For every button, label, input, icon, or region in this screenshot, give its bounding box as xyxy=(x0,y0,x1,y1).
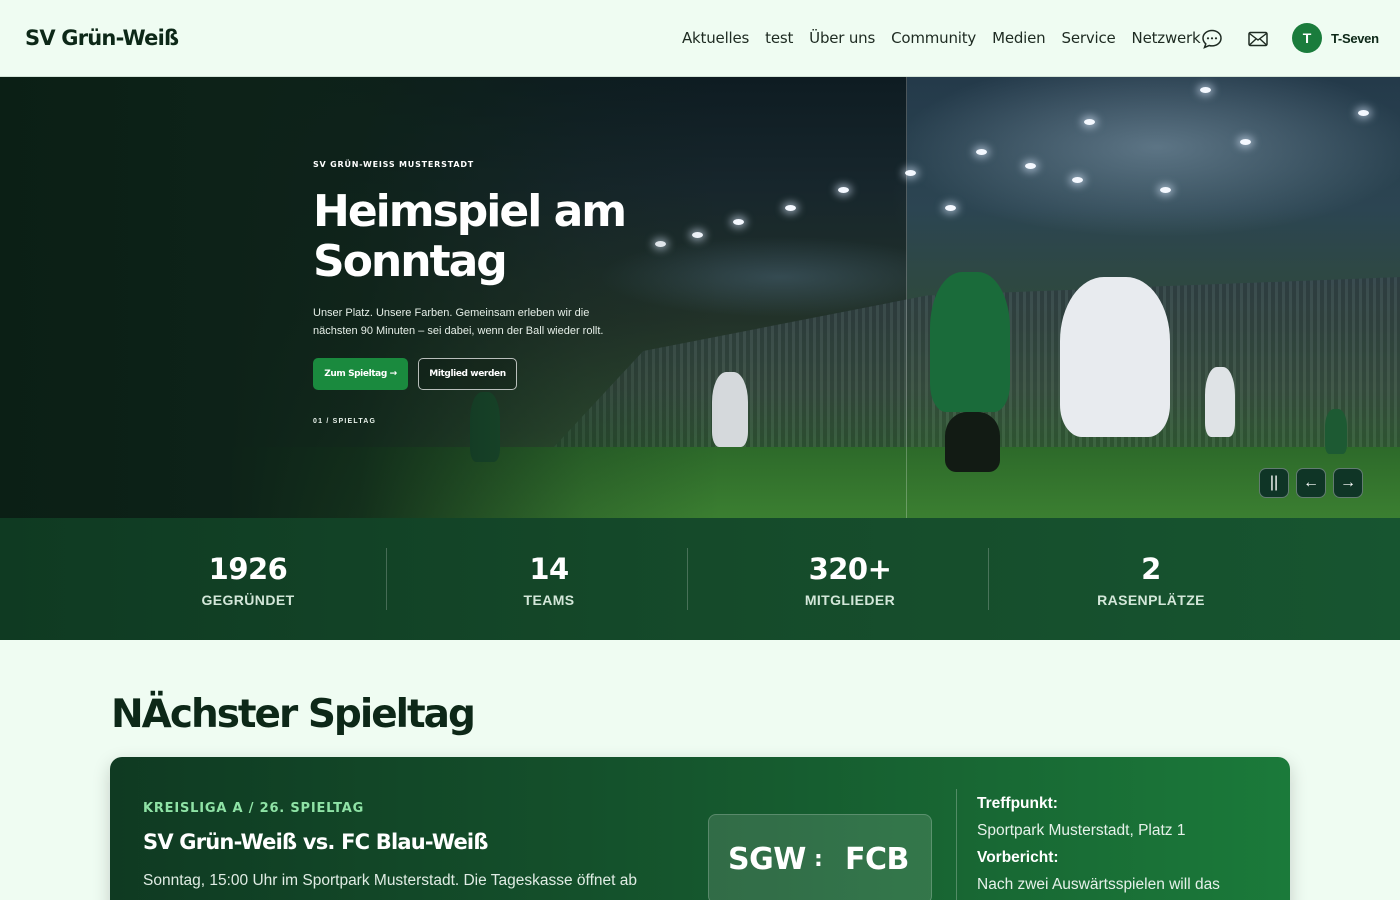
section-title-next-match: NÄchster Spieltag xyxy=(111,692,476,737)
stat-value: 1926 xyxy=(208,552,288,586)
preview-label: Vorbericht: xyxy=(977,849,1059,866)
stat-label: GEGRÜNDET xyxy=(201,592,295,608)
player-green-shorts-image xyxy=(945,412,1000,472)
floodlight xyxy=(1084,119,1095,125)
hero-kicker: SV GRÜN-WEISS MUSTERSTADT xyxy=(313,160,475,169)
match-title[interactable]: SV Grün-Weiß vs. FC Blau-Weiß xyxy=(143,830,488,854)
next-match-card[interactable]: KREISLIGA A / 26. SPIELTAG SV Grün-Weiß … xyxy=(110,757,1290,900)
nav-item-ueber-uns[interactable]: Über uns xyxy=(809,29,875,47)
stat-divider xyxy=(386,548,387,610)
username[interactable]: T-Seven xyxy=(1331,31,1379,46)
nav-item-netzwerk[interactable]: Netzwerk xyxy=(1132,29,1201,47)
nav-item-service[interactable]: Service xyxy=(1062,29,1116,47)
become-member-button[interactable]: Mitglied werden xyxy=(418,358,517,390)
stat-pitches: 2 RASENPLÄTZE xyxy=(1001,518,1301,640)
match-league: KREISLIGA A / 26. SPIELTAG xyxy=(143,801,365,816)
match-description: Sonntag, 15:00 Uhr im Sportpark Musterst… xyxy=(143,872,637,889)
main-nav: Aktuelles test Über uns Community Medien… xyxy=(682,29,1201,47)
floodlight xyxy=(1240,139,1251,145)
player-green-image xyxy=(930,272,1010,412)
stat-value: 2 xyxy=(1141,552,1161,586)
prev-slide-button[interactable]: ← xyxy=(1296,468,1326,498)
slide-counter: 01 / SPIELTAG xyxy=(313,418,377,425)
pause-button[interactable]: || xyxy=(1259,468,1289,498)
site-header: SV Grün-Weiß Aktuelles test Über uns Com… xyxy=(0,0,1400,77)
away-team-short: FCB xyxy=(845,842,909,877)
match-teams-box: SGW : FCB xyxy=(708,814,932,900)
avatar[interactable]: T xyxy=(1292,23,1322,53)
to-matchday-button[interactable]: Zum Spieltag → xyxy=(313,358,408,390)
meeting-point-label: Treffpunkt: xyxy=(977,795,1058,812)
hero-slider: SV GRÜN-WEISS MUSTERSTADT Heimspiel am S… xyxy=(0,77,1400,518)
stat-divider xyxy=(988,548,989,610)
floodlight xyxy=(1358,110,1369,116)
floodlight xyxy=(1072,177,1083,183)
player-green-small-image xyxy=(1325,409,1347,454)
stat-founded: 1926 GEGRÜNDET xyxy=(98,518,398,640)
nav-item-test[interactable]: test xyxy=(765,29,793,47)
floodlight xyxy=(945,205,956,211)
hero-overlay xyxy=(0,77,900,518)
card-divider xyxy=(956,789,957,900)
chat-icon[interactable] xyxy=(1201,28,1223,50)
player-white-image xyxy=(1060,277,1170,437)
floodlight xyxy=(1200,87,1211,93)
stat-members: 320+ MITGLIEDER xyxy=(700,518,1000,640)
floodlight xyxy=(1160,187,1171,193)
preview-text: Nach zwei Auswärtsspielen will das xyxy=(977,876,1220,893)
meeting-point-value: Sportpark Musterstadt, Platz 1 xyxy=(977,822,1186,839)
stat-divider xyxy=(687,548,688,610)
stat-value: 14 xyxy=(529,552,569,586)
stat-label: RASENPLÄTZE xyxy=(1097,592,1205,608)
stat-label: TEAMS xyxy=(523,592,575,608)
floodlight xyxy=(1025,163,1036,169)
hero-image-divider xyxy=(906,77,907,518)
nav-item-community[interactable]: Community xyxy=(891,29,976,47)
score-separator: : xyxy=(814,847,823,872)
nav-item-aktuelles[interactable]: Aktuelles xyxy=(682,29,749,47)
nav-item-medien[interactable]: Medien xyxy=(992,29,1046,47)
floodlight xyxy=(976,149,987,155)
player-white-small-image xyxy=(1205,367,1235,437)
site-logo[interactable]: SV Grün-Weiß xyxy=(25,26,179,50)
home-team-short: SGW xyxy=(728,842,806,877)
hero-text: Unser Platz. Unsere Farben. Gemeinsam er… xyxy=(313,307,604,337)
stat-label: MITGLIEDER xyxy=(804,592,896,608)
hero-title: Heimspiel am Sonntag xyxy=(313,186,627,287)
mail-icon[interactable] xyxy=(1247,28,1269,50)
stats-bar: 1926 GEGRÜNDET 14 TEAMS 320+ MITGLIEDER … xyxy=(0,518,1400,640)
next-slide-button[interactable]: → xyxy=(1333,468,1363,498)
stat-teams: 14 TEAMS xyxy=(399,518,699,640)
stat-value: 320+ xyxy=(808,552,892,586)
